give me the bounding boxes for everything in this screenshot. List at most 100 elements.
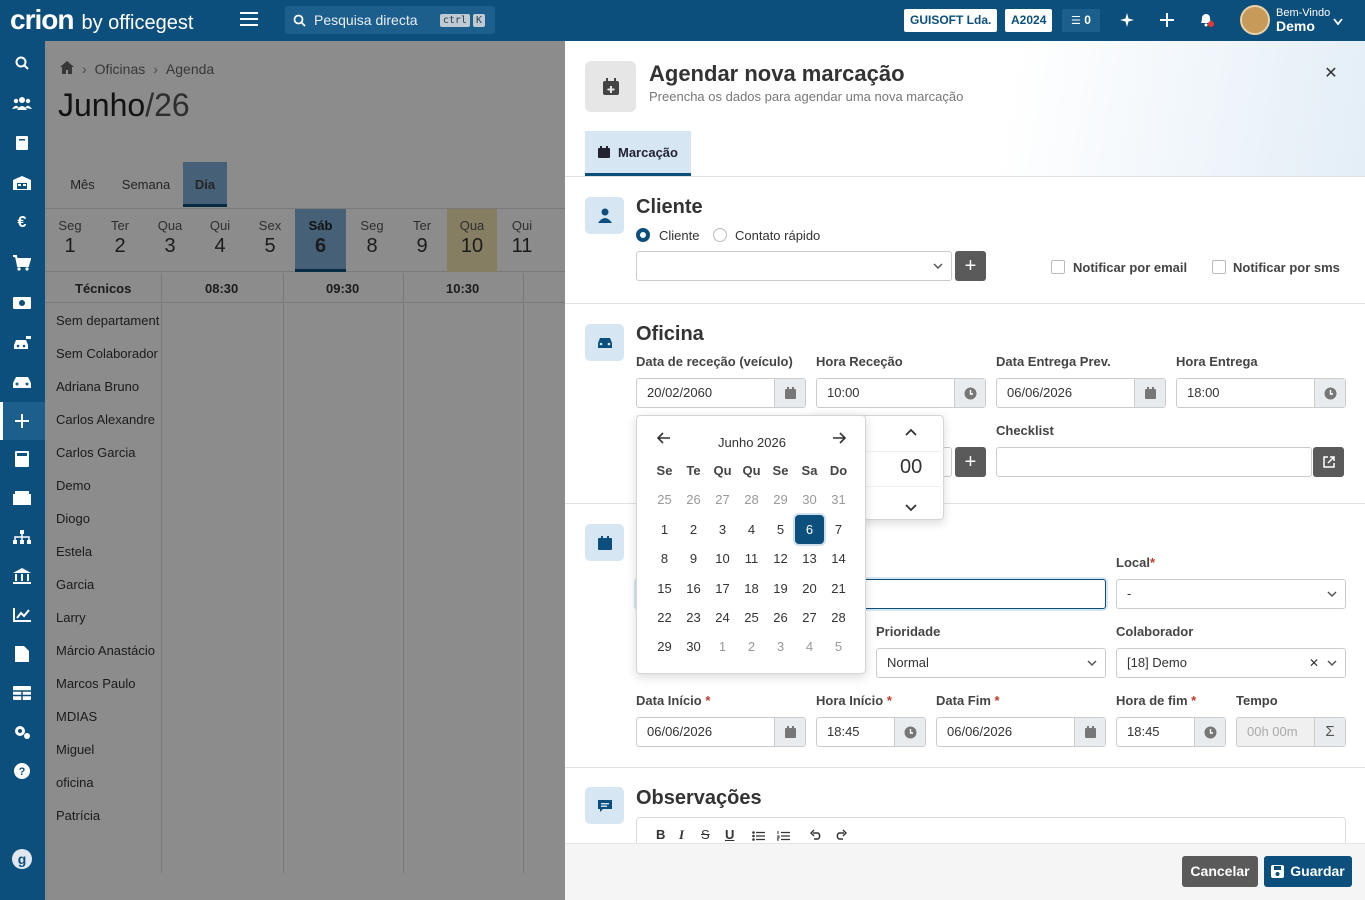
italic-button[interactable]: I [679, 827, 684, 843]
add-icon[interactable] [1157, 10, 1177, 30]
delivery-time-input[interactable]: 18:00 [1176, 378, 1346, 408]
day-cell[interactable]: 5 [766, 515, 795, 544]
checklist-input[interactable] [996, 447, 1312, 477]
notify-sms-checkbox[interactable] [1212, 260, 1226, 274]
modal-backdrop[interactable] [45, 41, 565, 900]
day-cell[interactable]: 26 [766, 603, 795, 632]
day-cell[interactable]: 30 [679, 632, 708, 661]
local-select[interactable]: - [1116, 579, 1346, 609]
day-cell[interactable]: 5 [824, 632, 853, 661]
day-cell[interactable]: 20 [795, 574, 824, 603]
day-cell[interactable]: 18 [737, 574, 766, 603]
company-badge[interactable]: GUISOFT Lda. [904, 9, 998, 32]
chevron-down-icon[interactable] [1333, 14, 1343, 29]
plus-icon[interactable] [12, 411, 32, 431]
day-selected[interactable]: 6 [795, 514, 824, 544]
sitemap-icon[interactable] [12, 527, 32, 547]
tab-marcacao[interactable]: Marcação [585, 131, 691, 176]
calculator-icon[interactable] [12, 449, 32, 469]
add-vehicle-button[interactable]: + [955, 447, 986, 477]
notify-email-checkbox[interactable] [1051, 260, 1065, 274]
day-cell[interactable]: 3 [766, 632, 795, 661]
year-badge[interactable]: A2024 [1005, 9, 1053, 32]
underline-button[interactable]: U [725, 827, 734, 842]
priority-select[interactable]: Normal [876, 648, 1106, 678]
day-cell[interactable]: 26 [679, 485, 708, 514]
day-cell[interactable]: 31 [824, 485, 853, 514]
collaborator-select[interactable]: [18] Demo ✕ [1116, 648, 1346, 678]
close-icon[interactable]: ✕ [1321, 63, 1341, 83]
chevron-up-icon[interactable] [905, 424, 917, 439]
day-cell[interactable]: 29 [766, 485, 795, 514]
box-icon[interactable] [12, 488, 32, 508]
day-cell[interactable]: 10 [708, 544, 737, 573]
sparkle-icon[interactable] [1117, 10, 1137, 30]
day-cell[interactable]: 12 [766, 544, 795, 573]
undo-icon[interactable] [810, 828, 822, 843]
user-menu[interactable]: Bem-Vindo Demo [1276, 8, 1330, 34]
clock-icon[interactable] [894, 718, 925, 746]
ordered-list-icon[interactable] [776, 829, 790, 844]
day-cell[interactable]: 1 [708, 632, 737, 661]
bank-icon[interactable] [12, 566, 32, 586]
calendar-icon[interactable] [774, 379, 805, 407]
cancel-button[interactable]: Cancelar [1182, 856, 1258, 887]
day-cell[interactable]: 21 [824, 574, 853, 603]
day-cell[interactable]: 28 [824, 603, 853, 632]
day-cell[interactable]: 15 [650, 574, 679, 603]
users-icon[interactable] [12, 93, 32, 113]
app-logo[interactable]: crion by officegest [10, 6, 193, 35]
day-cell[interactable]: 14 [824, 544, 853, 573]
day-cell[interactable]: 8 [650, 544, 679, 573]
redo-icon[interactable] [835, 828, 847, 843]
bullet-list-icon[interactable] [752, 829, 765, 844]
car-wash-icon[interactable] [12, 333, 32, 353]
day-cell[interactable]: 4 [737, 515, 766, 544]
calendar-icon[interactable] [1074, 718, 1105, 746]
search-icon[interactable] [12, 53, 32, 73]
start-time-input[interactable]: 18:45 [816, 717, 926, 747]
day-cell[interactable]: 25 [737, 603, 766, 632]
settings-icon[interactable] [12, 722, 32, 742]
book-icon[interactable] [12, 133, 32, 153]
tasks-counter[interactable]: ☰ 0 [1062, 9, 1100, 32]
day-cell[interactable]: 22 [650, 603, 679, 632]
chevron-down-icon[interactable] [905, 500, 917, 515]
chart-icon[interactable] [12, 605, 32, 625]
day-cell[interactable]: 27 [708, 485, 737, 514]
day-cell[interactable]: 23 [679, 603, 708, 632]
start-date-input[interactable]: 06/06/2026 [636, 717, 806, 747]
strike-button[interactable]: S [701, 827, 710, 842]
file-icon[interactable] [12, 644, 32, 664]
reception-date-input[interactable]: 20/02/2060 [636, 378, 806, 408]
day-cell[interactable]: 17 [708, 574, 737, 603]
end-date-input[interactable]: 06/06/2026 [936, 717, 1106, 747]
bold-button[interactable]: B [656, 827, 665, 842]
calendar-icon[interactable] [774, 718, 805, 746]
clock-icon[interactable] [1314, 379, 1345, 407]
calendar-icon[interactable] [1134, 379, 1165, 407]
day-cell[interactable]: 29 [650, 632, 679, 661]
day-cell[interactable]: 25 [650, 485, 679, 514]
clock-icon[interactable] [954, 379, 985, 407]
minutes-value[interactable]: 00 [900, 456, 922, 479]
day-cell[interactable]: 11 [737, 544, 766, 573]
arrow-right-icon[interactable] [832, 432, 847, 447]
table-icon[interactable] [12, 683, 32, 703]
warehouse-icon[interactable] [12, 173, 32, 193]
day-cell[interactable]: 27 [795, 603, 824, 632]
brand-icon[interactable]: g [12, 849, 32, 869]
client-select[interactable] [636, 251, 952, 281]
add-client-button[interactable]: + [955, 251, 986, 281]
day-cell[interactable]: 19 [766, 574, 795, 603]
euro-icon[interactable]: € [12, 213, 32, 233]
bell-icon[interactable] [1196, 10, 1216, 30]
day-cell[interactable]: 24 [708, 603, 737, 632]
day-cell[interactable]: 3 [708, 515, 737, 544]
avatar[interactable] [1240, 5, 1270, 35]
day-cell[interactable]: 2 [679, 515, 708, 544]
day-cell[interactable]: 1 [650, 515, 679, 544]
open-checklist-button[interactable] [1313, 447, 1344, 477]
car-icon[interactable] [12, 372, 32, 392]
day-cell[interactable]: 7 [824, 515, 853, 544]
